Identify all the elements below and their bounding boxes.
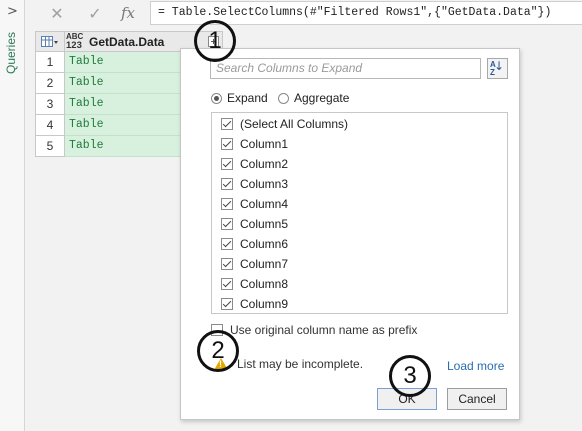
search-columns-input[interactable]: Search Columns to Expand: [210, 58, 481, 79]
queries-pane-label[interactable]: Queries: [4, 32, 18, 92]
checkbox-select-all[interactable]: (Select All Columns): [221, 115, 348, 133]
radio-unselected-icon[interactable]: [278, 92, 289, 104]
checkbox-column6[interactable]: Column6: [221, 235, 288, 253]
row-number[interactable]: 5: [35, 136, 65, 157]
warning-text: List may be incomplete.: [237, 357, 364, 371]
radio-aggregate-label: Aggregate: [294, 91, 350, 105]
load-more-link[interactable]: Load more: [447, 359, 504, 373]
prefix-label: Use original column name as prefix: [230, 323, 418, 337]
row-number[interactable]: 2: [35, 73, 65, 94]
checkbox-checked-icon[interactable]: [221, 258, 233, 270]
step-callout-1: 1: [194, 20, 236, 62]
checkbox-column5[interactable]: Column5: [221, 215, 288, 233]
checkbox-label: Column2: [240, 157, 289, 171]
checkbox-column2[interactable]: Column2: [221, 155, 288, 173]
checkbox-column1[interactable]: Column1: [221, 135, 288, 153]
checkbox-checked-icon[interactable]: [221, 278, 233, 290]
column-header-label: GetData.Data: [89, 35, 165, 49]
cancel-formula-icon[interactable]: ✕: [45, 2, 69, 24]
column-checkbox-list[interactable]: (Select All Columns) Column1 Column2 Col…: [211, 112, 508, 314]
checkbox-label: Column7: [240, 257, 289, 271]
confirm-formula-icon[interactable]: ✓: [83, 2, 107, 24]
checkbox-label: (Select All Columns): [240, 117, 349, 131]
power-query-editor: > Queries ✕ ✓ fx = Table.SelectColumns(#…: [0, 0, 582, 431]
table-icon: [41, 35, 58, 47]
any-type-icon[interactable]: ABC 123: [66, 33, 86, 51]
checkbox-checked-icon[interactable]: [221, 238, 233, 250]
queries-pane-collapsed: > Queries: [0, 0, 25, 431]
checkbox-checked-icon[interactable]: [221, 178, 233, 190]
sort-arrow-icon: ↓: [493, 59, 504, 73]
checkbox-column3[interactable]: Column3: [221, 175, 288, 193]
row-number[interactable]: 3: [35, 94, 65, 115]
radio-expand-label: Expand: [227, 91, 268, 105]
checkbox-label: Column1: [240, 137, 289, 151]
row-number[interactable]: 1: [35, 52, 65, 73]
checkbox-column8[interactable]: Column8: [221, 275, 288, 293]
checkbox-label: Column3: [240, 177, 289, 191]
checkbox-column4[interactable]: Column4: [221, 195, 288, 213]
checkbox-column9[interactable]: Column9: [221, 295, 288, 313]
sort-az-button[interactable]: A Z ↓: [487, 58, 508, 79]
checkbox-label: Column4: [240, 197, 289, 211]
table-menu-button[interactable]: [35, 31, 65, 52]
checkbox-label: Column9: [240, 297, 289, 311]
checkbox-checked-icon[interactable]: [221, 218, 233, 230]
checkbox-checked-icon[interactable]: [221, 298, 233, 310]
radio-expand[interactable]: Expand: [211, 90, 268, 106]
radio-aggregate[interactable]: Aggregate: [278, 90, 349, 106]
expand-queries-chevron-icon[interactable]: >: [7, 4, 18, 19]
checkbox-column7[interactable]: Column7: [221, 255, 288, 273]
formula-bar: ✕ ✓ fx = Table.SelectColumns(#"Filtered …: [31, 0, 582, 27]
checkbox-label: Column5: [240, 217, 289, 231]
row-number[interactable]: 4: [35, 115, 65, 136]
radio-selected-icon[interactable]: [211, 92, 222, 104]
insert-function-icon[interactable]: fx: [116, 2, 140, 24]
checkbox-label: Column8: [240, 277, 289, 291]
cancel-button[interactable]: Cancel: [447, 388, 507, 410]
checkbox-checked-icon[interactable]: [221, 198, 233, 210]
checkbox-checked-icon[interactable]: [221, 118, 233, 130]
checkbox-checked-icon[interactable]: [221, 158, 233, 170]
checkbox-checked-icon[interactable]: [221, 138, 233, 150]
checkbox-label: Column6: [240, 237, 289, 251]
prefix-checkbox[interactable]: Use original column name as prefix: [211, 323, 417, 337]
type-icon-number: 123: [66, 40, 82, 51]
step-callout-2: 2: [197, 330, 239, 372]
step-callout-3: 3: [389, 355, 431, 397]
